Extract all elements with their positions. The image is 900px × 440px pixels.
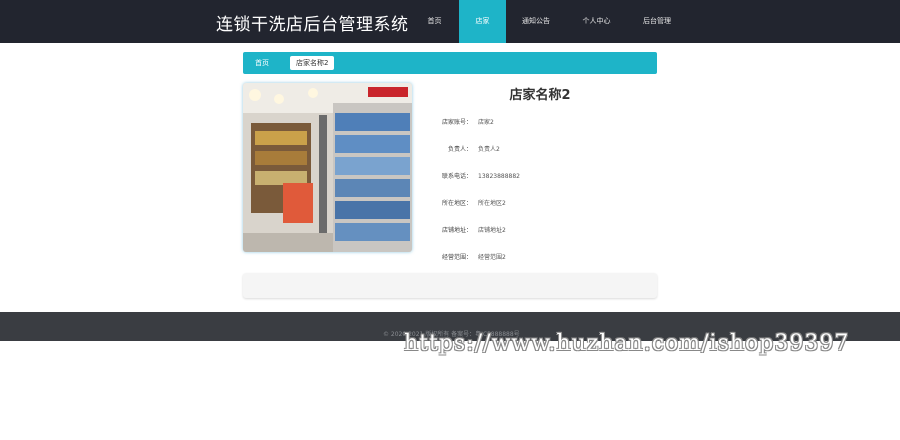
- field-label: 店铺地址：: [441, 227, 472, 234]
- field-business-scope: 经营范围： 经营范围2: [434, 252, 506, 264]
- field-value: 负责人2: [478, 146, 500, 153]
- watermark-text: https://www.huzhan.com/ishop39397: [404, 331, 850, 356]
- field-value: 店铺地址2: [478, 227, 506, 234]
- store-photo-image: [243, 83, 412, 252]
- breadcrumb: 首页 店家名称2: [243, 52, 657, 74]
- store-name-heading: 店家名称2: [509, 88, 571, 103]
- field-value: 所在地区2: [478, 200, 506, 207]
- field-label: 经营范围：: [441, 254, 472, 261]
- breadcrumb-home-link[interactable]: 首页: [255, 58, 269, 68]
- store-photo: [243, 83, 412, 252]
- field-value: 店家2: [478, 119, 494, 126]
- field-value: 经营范围2: [478, 254, 506, 261]
- detail-panel: [243, 273, 657, 298]
- field-store-account: 店家账号： 店家2: [434, 117, 494, 129]
- main-nav: 首页 店家 通知公告 个人中心 后台管理: [410, 0, 687, 43]
- nav-item-admin[interactable]: 后台管理: [627, 0, 687, 43]
- app-title: 连锁干洗店后台管理系统: [216, 15, 409, 35]
- field-phone: 联系电话： 13823888882: [434, 171, 520, 183]
- top-navbar: 连锁干洗店后台管理系统 首页 店家 通知公告 个人中心 后台管理: [0, 0, 900, 43]
- field-value: 13823888882: [478, 173, 520, 180]
- breadcrumb-current: 店家名称2: [290, 56, 335, 70]
- field-address: 店铺地址： 店铺地址2: [434, 225, 506, 237]
- field-manager: 负责人： 负责人2: [434, 144, 500, 156]
- field-region: 所在地区： 所在地区2: [434, 198, 506, 210]
- nav-item-announcements[interactable]: 通知公告: [506, 0, 566, 43]
- field-label: 负责人：: [447, 146, 472, 153]
- field-label: 联系电话：: [441, 173, 472, 180]
- nav-item-personal-center[interactable]: 个人中心: [566, 0, 627, 43]
- nav-item-stores[interactable]: 店家: [459, 0, 506, 43]
- nav-item-home[interactable]: 首页: [410, 0, 459, 43]
- field-label: 所在地区：: [441, 200, 472, 207]
- field-label: 店家账号：: [441, 119, 472, 126]
